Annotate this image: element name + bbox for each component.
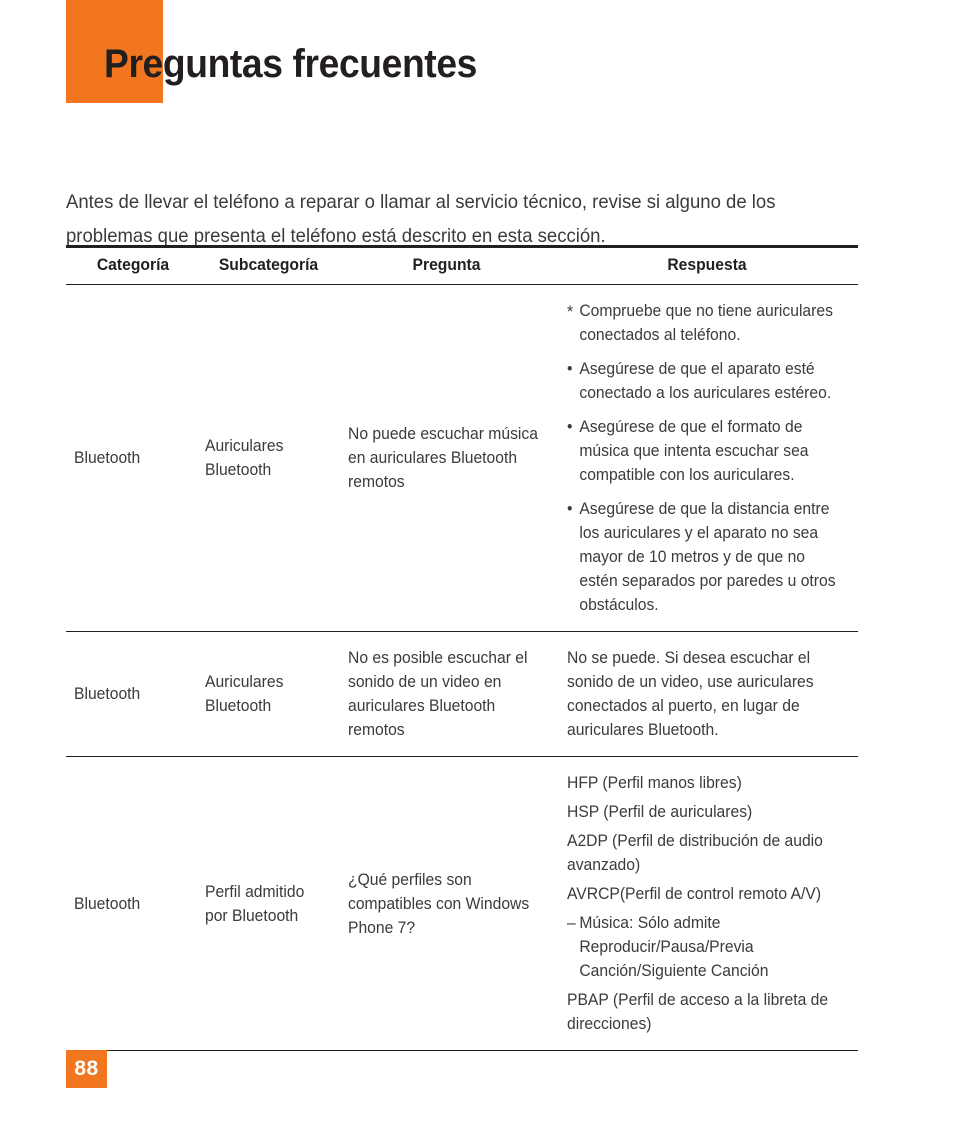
cell-pregunta: ¿Qué perfiles son compatibles con Window…	[337, 756, 556, 1051]
list-item-text: Asegúrese de que el formato de música qu…	[579, 418, 809, 484]
list-item-text: HSP (Perfil de auriculares)	[567, 803, 753, 821]
list-item-text: Asegúrese de que la distancia entre los …	[579, 500, 836, 614]
list-item: * Compruebe que no tiene auriculares con…	[567, 299, 842, 347]
cell-categoria: Bluetooth	[66, 631, 200, 757]
cell-categoria: Bluetooth	[66, 756, 200, 1051]
table-row: Bluetooth Auriculares Bluetooth No es po…	[66, 631, 858, 757]
cell-subcategoria: Perfil admitido por Bluetooth	[200, 756, 337, 1051]
categoria-text: Bluetooth	[74, 894, 141, 913]
cell-pregunta: No puede escuchar música en auriculares …	[337, 284, 556, 632]
list-item: PBAP (Perfil de acceso a la libreta de d…	[567, 988, 842, 1036]
faq-table-body: Bluetooth Auriculares Bluetooth No puede…	[66, 284, 858, 1051]
subcategoria-text: Auriculares Bluetooth	[205, 673, 284, 715]
page-number-badge: 88	[66, 1050, 107, 1088]
list-item: • Asegúrese de que el formato de música …	[567, 415, 842, 487]
bullet-marker-icon: •	[567, 360, 573, 378]
list-item-text: A2DP (Perfil de distribución de audio av…	[567, 832, 823, 874]
categoria-text: Bluetooth	[74, 449, 141, 467]
dash-marker-icon: –	[567, 914, 576, 932]
subcategoria-text: Perfil admitido por Bluetooth	[205, 882, 305, 925]
list-item-text: HFP (Perfil manos libres)	[567, 774, 742, 792]
cell-subcategoria: Auriculares Bluetooth	[200, 631, 337, 757]
pregunta-text: No puede escuchar música en auriculares …	[348, 425, 538, 491]
asterisk-marker-icon: *	[567, 303, 574, 321]
table-header-row: Categoría Subcategoría Pregunta Respuest…	[66, 245, 858, 285]
page-header: Preguntas frecuentes	[0, 0, 954, 110]
list-item: – Música: Sólo admite Reproducir/Pausa/P…	[567, 911, 842, 983]
pregunta-text: ¿Qué perfiles son compatibles con Window…	[348, 870, 530, 937]
profile-list: HFP (Perfil manos libres) HSP (Perfil de…	[567, 771, 842, 1036]
column-header-respuesta: Respuesta	[563, 245, 851, 285]
respuesta-content: No se puede. Si desea escuchar el sonido…	[567, 646, 842, 742]
cell-pregunta: No es posible escuchar el sonido de un v…	[337, 631, 556, 757]
cell-subcategoria: Auriculares Bluetooth	[200, 284, 337, 632]
faq-table: Categoría Subcategoría Pregunta Respuest…	[66, 245, 858, 1051]
categoria-text: Bluetooth	[74, 685, 141, 703]
list-item-text: PBAP (Perfil de acceso a la libreta de d…	[567, 991, 829, 1033]
table-row: Bluetooth Perfil admitido por Bluetooth …	[66, 756, 858, 1051]
bullet-marker-icon: •	[567, 500, 573, 518]
answer-list: * Compruebe que no tiene auriculares con…	[567, 299, 842, 617]
cell-respuesta: * Compruebe que no tiene auriculares con…	[556, 284, 858, 632]
list-item: AVRCP(Perfil de control remoto A/V)	[567, 882, 842, 906]
subcategoria-text: Auriculares Bluetooth	[205, 437, 284, 479]
list-item: • Asegúrese de que la distancia entre lo…	[567, 497, 842, 617]
list-item: • Asegúrese de que el aparato esté conec…	[567, 357, 842, 405]
list-item-text: AVRCP(Perfil de control remoto A/V)	[567, 885, 822, 903]
column-header-pregunta: Pregunta	[342, 245, 551, 285]
faq-page: { "header": { "title": "Preguntas frecue…	[0, 0, 954, 1145]
column-header-categoria: Categoría	[69, 245, 197, 285]
answer-paragraph: No se puede. Si desea escuchar el sonido…	[567, 649, 814, 739]
list-item: A2DP (Perfil de distribución de audio av…	[567, 829, 842, 877]
list-item-text: Música: Sólo admite Reproducir/Pausa/Pre…	[579, 914, 769, 980]
pregunta-text: No es posible escuchar el sonido de un v…	[348, 649, 528, 739]
list-item: HFP (Perfil manos libres)	[567, 771, 842, 795]
cell-respuesta: No se puede. Si desea escuchar el sonido…	[556, 631, 858, 757]
cell-respuesta: HFP (Perfil manos libres) HSP (Perfil de…	[556, 756, 858, 1051]
cell-categoria: Bluetooth	[66, 284, 200, 632]
intro-paragraph: Antes de llevar el teléfono a reparar o …	[66, 190, 776, 247]
list-item-text: Asegúrese de que el aparato esté conecta…	[579, 360, 832, 402]
page-title: Preguntas frecuentes	[104, 42, 477, 86]
column-header-subcategoria: Subcategoría	[203, 245, 334, 285]
table-row: Bluetooth Auriculares Bluetooth No puede…	[66, 284, 858, 632]
faq-table-head: Categoría Subcategoría Pregunta Respuest…	[66, 245, 858, 285]
bullet-marker-icon: •	[567, 418, 573, 436]
list-item: HSP (Perfil de auriculares)	[567, 800, 842, 824]
list-item-text: Compruebe que no tiene auriculares conec…	[579, 302, 833, 344]
respuesta-content: HFP (Perfil manos libres) HSP (Perfil de…	[567, 771, 842, 1036]
respuesta-content: * Compruebe que no tiene auriculares con…	[567, 299, 842, 617]
